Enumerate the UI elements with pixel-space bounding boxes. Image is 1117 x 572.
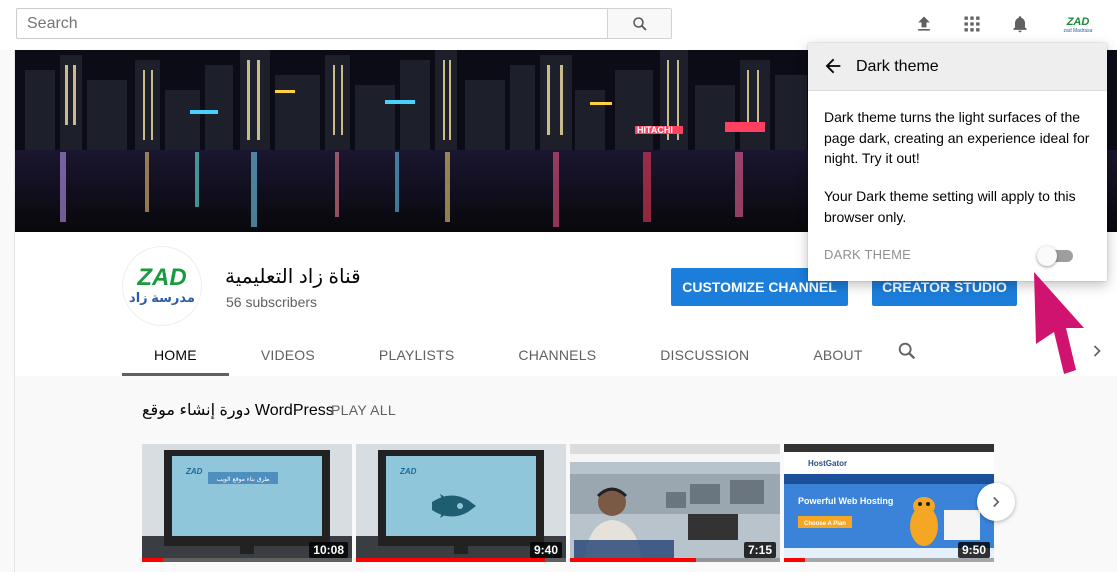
tab-playlists[interactable]: PLAYLISTS [347,334,486,376]
avatar-logo-text: ZAD [1066,15,1090,28]
channel-avatar[interactable]: ZAD مدرسة زاد [122,246,202,326]
apps-icon[interactable] [960,12,984,36]
watched-progress-bar [142,558,163,562]
video-duration: 10:08 [309,542,348,558]
search-input[interactable] [16,8,608,39]
gator-mascot-icon [910,497,938,546]
video-thumbnail[interactable]: ZAD 9:40 [356,444,566,562]
video-thumbnail[interactable]: 7:15 [570,444,780,562]
dark-theme-title: Dark theme [856,58,939,75]
channel-name: قناة زاد التعليمية [225,266,361,288]
channel-tabs: HOME VIDEOS PLAYLISTS CHANNELS DISCUSSIO… [122,334,895,376]
search-icon [632,16,647,31]
dark-theme-menu: Dark theme Dark theme turns the light su… [808,43,1107,281]
channel-search-icon[interactable] [896,340,920,364]
home-content: دورة إنشاء موقع WordPress PLAY ALL طرق ب… [15,376,1117,572]
dark-theme-scope-note: Your Dark theme setting will apply to th… [824,188,1076,225]
choose-plan-caption: Choose A Plan [804,521,846,527]
dark-theme-description: Dark theme turns the light surfaces of t… [824,109,1090,166]
tab-videos[interactable]: VIDEOS [229,334,347,376]
watched-progress-bar [784,558,805,562]
shelf-next-button[interactable] [977,483,1015,521]
left-sidebar-edge [0,50,15,572]
channel-logo-caption: مدرسة زاد [129,290,195,305]
brand-text: HostGator [808,459,847,468]
youtube-channel-page: ZAD zad Madrasa [0,0,1117,572]
banner-sign-text: HITACHI [637,125,673,135]
thumbnail-caption: طرق بناء موقع الويب [216,476,269,483]
chevron-right-icon [993,496,1000,508]
video-duration: 9:50 [957,542,990,558]
tab-home[interactable]: HOME [122,334,229,376]
video-thumbnail[interactable]: HostGator Powerful Web Hosting Choose A … [784,444,994,562]
shelf-title-arabic: دورة إنشاء موقع [142,402,251,419]
dark-theme-toggle-label: DARK THEME [824,247,911,262]
bell-icon[interactable] [1008,12,1032,36]
hero-caption: Powerful Web Hosting [798,496,893,506]
dark-theme-menu-header: Dark theme [808,43,1107,91]
progress-track [784,558,994,562]
shelf-title[interactable]: دورة إنشاء موقع WordPress [142,400,334,420]
dark-theme-toggle[interactable] [1037,245,1075,266]
upload-icon[interactable] [912,12,936,36]
thumbnail-logo: ZAD [185,467,203,476]
video-duration: 9:40 [529,542,562,558]
progress-track [142,558,352,562]
watched-progress-bar [570,558,696,562]
tab-about[interactable]: ABOUT [781,334,894,376]
tab-channels[interactable]: CHANNELS [486,334,628,376]
watched-progress-bar [356,558,545,562]
tab-discussion[interactable]: DISCUSSION [628,334,781,376]
play-all-button[interactable]: PLAY ALL [331,402,396,418]
subscriber-count: 56 subscribers [226,294,318,310]
account-avatar[interactable]: ZAD zad Madrasa [1062,11,1094,39]
thumbnail-logo: ZAD [399,467,417,476]
avatar-caption: zad Madrasa [1063,27,1093,34]
pointer-arrow-icon [1034,272,1084,374]
video-thumbnail[interactable]: طرق بناء موقع الويب ZAD 10:08 [142,444,352,562]
search-button[interactable] [607,8,672,39]
back-arrow-icon[interactable] [822,55,846,79]
shelf-title-wordpress: WordPress [254,402,334,419]
toggle-knob [1037,246,1057,266]
channel-logo-text: ZAD [137,264,187,291]
video-duration: 7:15 [743,542,776,558]
